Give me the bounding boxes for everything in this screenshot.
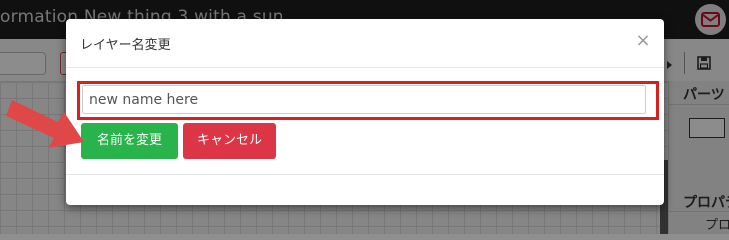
dialog-title: レイヤー名変更 (80, 38, 171, 53)
rename-layer-dialog: レイヤー名変更 × 名前を変更 キャンセル (66, 19, 664, 205)
layer-name-input[interactable] (82, 85, 646, 114)
close-icon[interactable]: × (633, 31, 653, 51)
cancel-button[interactable]: キャンセル (183, 123, 276, 159)
dialog-footer-divider (66, 174, 664, 175)
arrow-annotation (6, 100, 84, 148)
rename-button[interactable]: 名前を変更 (81, 123, 178, 159)
dialog-header: レイヤー名変更 × (66, 19, 664, 68)
